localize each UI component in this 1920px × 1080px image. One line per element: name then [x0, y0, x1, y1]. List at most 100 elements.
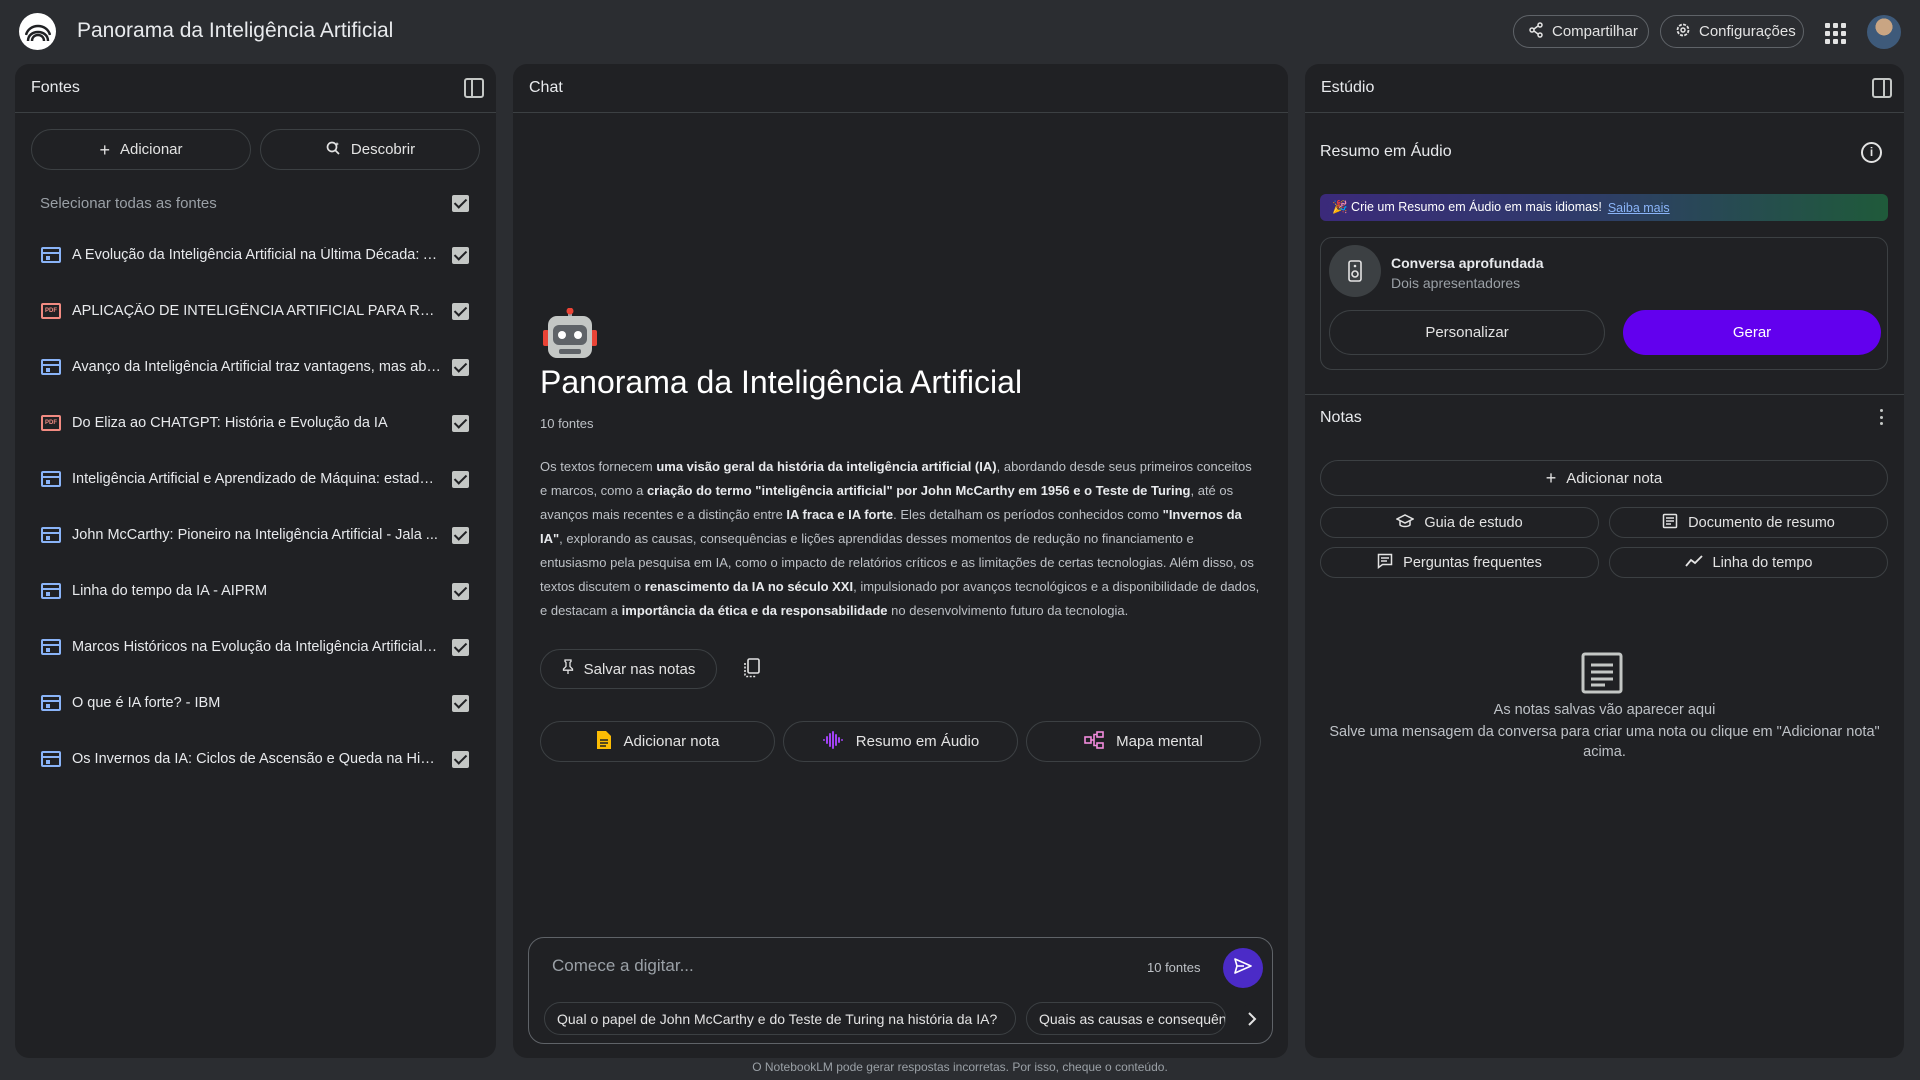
timeline-button[interactable]: Linha do tempo	[1609, 547, 1888, 578]
chat-action-row: Adicionar nota Resumo em Áudio Mapa ment…	[540, 721, 1261, 762]
source-checkbox[interactable]	[452, 414, 469, 432]
notes-empty-description: Salve uma mensagem da conversa para cria…	[1329, 724, 1880, 760]
web-source-icon	[41, 751, 61, 767]
studio-panel: Estúdio Resumo em Áudio i 🎉 Crie um Resu…	[1305, 64, 1904, 1058]
summary-highlight: IA fraca e IA forte	[786, 507, 894, 522]
source-checkbox[interactable]	[452, 302, 469, 320]
summary-highlight: criação do termo "inteligência artificia…	[646, 483, 1191, 498]
save-to-notes-button[interactable]: Salvar nas notas	[540, 649, 717, 689]
source-item[interactable]: Avanço da Inteligência Artificial traz v…	[15, 339, 496, 395]
source-item[interactable]: O que é IA forte? - IBM	[15, 675, 496, 731]
send-button[interactable]	[1223, 948, 1263, 988]
source-item-label: Avanço da Inteligência Artificial traz v…	[72, 359, 441, 375]
audio-promo-banner: 🎉 Crie um Resumo em Áudio em mais idioma…	[1320, 194, 1888, 221]
audio-format-subtitle: Dois apresentadores	[1391, 275, 1521, 291]
mind-map-chip[interactable]: Mapa mental	[1026, 721, 1261, 762]
source-item[interactable]: PDF APLICAÇÃO DE INTELIGÊNCIA ARTIFICIAL …	[15, 283, 496, 339]
share-icon	[1528, 21, 1544, 42]
settings-label: Configurações	[1699, 23, 1796, 40]
discover-search-icon	[325, 140, 341, 160]
add-note-chip-label: Adicionar nota	[623, 733, 720, 750]
promo-learn-more-link[interactable]: Saiba mais	[1608, 201, 1670, 215]
source-item[interactable]: A Evolução da Inteligência Artificial na…	[15, 227, 496, 283]
source-checkbox[interactable]	[452, 526, 469, 544]
apps-grid-icon[interactable]	[1822, 20, 1846, 44]
faq-button[interactable]: Perguntas frequentes	[1320, 547, 1599, 578]
source-checkbox[interactable]	[452, 358, 469, 376]
source-checkbox[interactable]	[452, 750, 469, 768]
share-button[interactable]: Compartilhar	[1513, 15, 1649, 48]
collapse-panel-icon[interactable]	[464, 78, 484, 98]
collapse-panel-icon[interactable]	[1872, 78, 1892, 98]
source-item[interactable]: John McCarthy: Pioneiro na Inteligência …	[15, 507, 496, 563]
add-note-button[interactable]: + Adicionar nota	[1320, 460, 1888, 496]
study-guide-button[interactable]: Guia de estudo	[1320, 507, 1599, 538]
chat-composer: Comece a digitar... 10 fontes Qual o pap…	[528, 937, 1273, 1044]
audio-overview-card: Conversa aprofundada Dois apresentadores…	[1320, 237, 1888, 370]
source-item-label: Inteligência Artificial e Aprendizado de…	[72, 471, 441, 487]
source-item-label: Os Invernos da IA: Ciclos de Ascensão e …	[72, 751, 441, 767]
save-to-notes-label: Salvar nas notas	[583, 660, 696, 678]
chat-header: Chat	[513, 64, 1288, 113]
source-item[interactable]: PDF Do Eliza ao CHATGPT: História e Evolu…	[15, 395, 496, 451]
source-item[interactable]: Inteligência Artificial e Aprendizado de…	[15, 451, 496, 507]
source-checkbox[interactable]	[452, 246, 469, 264]
study-guide-label: Guia de estudo	[1424, 514, 1523, 531]
chat-input[interactable]: Comece a digitar...	[552, 956, 694, 976]
audio-summary-chip-label: Resumo em Áudio	[855, 733, 980, 750]
pin-icon	[562, 659, 574, 679]
select-all-checkbox[interactable]	[452, 194, 469, 212]
source-item-label: APLICAÇÃO DE INTELIGÊNCIA ARTIFICIAL PAR…	[72, 303, 441, 319]
faq-icon	[1377, 553, 1393, 573]
suggestion-chip[interactable]: Qual o papel de John McCarthy e do Teste…	[544, 1002, 1016, 1035]
notes-title: Notas	[1320, 409, 1362, 426]
audio-format-title: Conversa aprofundada	[1391, 255, 1544, 271]
gear-icon	[1675, 22, 1691, 42]
add-note-label: Adicionar nota	[1566, 469, 1663, 487]
discover-button[interactable]: Descobrir	[260, 129, 480, 170]
sources-title: Fontes	[31, 79, 80, 96]
copy-icon[interactable]	[743, 658, 761, 678]
source-item-label: O que é IA forte? - IBM	[72, 695, 221, 711]
share-label: Compartilhar	[1552, 23, 1638, 40]
mind-map-chip-label: Mapa mental	[1116, 733, 1203, 750]
suggestion-chip[interactable]: Quais as causas e consequências	[1026, 1002, 1226, 1035]
audio-summary-chip[interactable]: Resumo em Áudio	[783, 721, 1018, 762]
add-note-chip[interactable]: Adicionar nota	[540, 721, 775, 762]
web-source-icon	[41, 639, 61, 655]
source-item[interactable]: Marcos Históricos na Evolução da Intelig…	[15, 619, 496, 675]
discover-label: Descobrir	[350, 141, 416, 158]
summary-text: . Eles detalham os períodos conhecidos c…	[893, 507, 1163, 522]
web-source-icon	[41, 471, 61, 487]
generate-button[interactable]: Gerar	[1623, 310, 1881, 355]
web-source-icon	[41, 247, 61, 263]
notebooklm-logo-icon[interactable]	[19, 13, 56, 50]
source-checkbox[interactable]	[452, 582, 469, 600]
source-item[interactable]: Linha do tempo da IA - AIPRM	[15, 563, 496, 619]
source-item[interactable]: Os Invernos da IA: Ciclos de Ascensão e …	[15, 731, 496, 787]
web-source-icon	[41, 695, 61, 711]
source-checkbox[interactable]	[452, 638, 469, 656]
audio-wave-icon	[822, 730, 844, 753]
select-all-label: Selecionar todas as fontes	[40, 194, 217, 212]
avatar[interactable]	[1867, 15, 1901, 49]
chevron-right-icon[interactable]	[1237, 1004, 1267, 1034]
source-checkbox[interactable]	[452, 470, 469, 488]
more-options-icon[interactable]	[1880, 409, 1884, 425]
source-count: 10 fontes	[540, 416, 594, 431]
source-item-label: John McCarthy: Pioneiro na Inteligência …	[72, 527, 438, 543]
chat-title-label: Chat	[529, 79, 563, 96]
settings-button[interactable]: Configurações	[1660, 15, 1804, 48]
info-icon[interactable]: i	[1861, 142, 1882, 163]
notebook-title: Panorama da Inteligência Artificial	[540, 364, 1023, 400]
summary-highlight: importância da ética e da responsabilida…	[621, 603, 888, 618]
page-title: Panorama da Inteligência Artificial	[77, 19, 394, 42]
add-source-label: Adicionar	[119, 141, 183, 158]
faq-label: Perguntas frequentes	[1403, 554, 1542, 571]
add-source-button[interactable]: + Adicionar	[31, 129, 251, 170]
source-checkbox[interactable]	[452, 694, 469, 712]
briefing-doc-button[interactable]: Documento de resumo	[1609, 507, 1888, 538]
select-all-row[interactable]: Selecionar todas as fontes	[15, 188, 496, 218]
send-icon	[1234, 957, 1252, 979]
customize-button[interactable]: Personalizar	[1329, 310, 1605, 355]
